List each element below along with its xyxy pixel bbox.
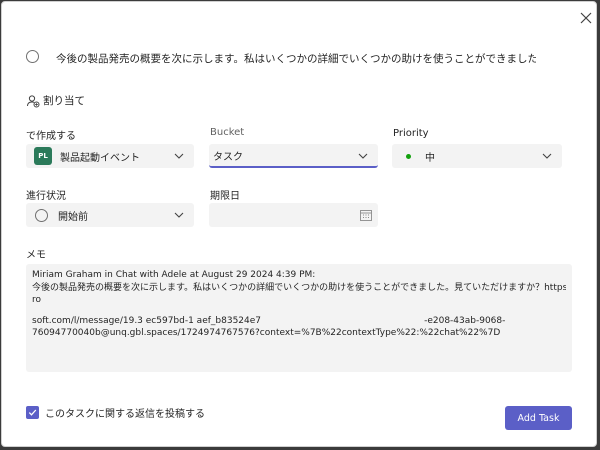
checkmark-icon xyxy=(26,406,39,419)
chevron-down-icon xyxy=(358,153,368,159)
assign-button[interactable]: 割り当て xyxy=(26,93,85,108)
priority-dot-icon xyxy=(406,153,411,159)
priority-label: Priority xyxy=(393,128,429,139)
notes-line: ro xyxy=(32,295,42,305)
bucket-label: Bucket xyxy=(210,127,245,138)
priority-value: 中 xyxy=(425,152,435,164)
chevron-down-icon xyxy=(542,153,552,159)
redacted-text xyxy=(261,316,424,326)
bucket-select[interactable]: タスク xyxy=(209,144,378,168)
notes-textarea[interactable]: Miriam Graham in Chat with Adele at Augu… xyxy=(26,264,572,372)
chevron-down-icon xyxy=(174,153,184,159)
notes-line: 76094770040b@unq.gbl.spaces/172497476757… xyxy=(32,328,501,338)
notes-line: Miriam Graham in Chat with Adele at Augu… xyxy=(32,270,316,280)
close-button[interactable] xyxy=(576,8,596,28)
person-add-icon xyxy=(27,94,40,107)
plan-select[interactable]: PL 製品起動イベント xyxy=(26,144,194,168)
bucket-value: タスク xyxy=(213,151,243,163)
plan-badge: PL xyxy=(34,147,52,165)
chevron-down-icon xyxy=(174,212,184,218)
add-task-dialog: 今後の製品発売の概要を次に示します。私はいくつかの詳細でいくつかの助けを使うこと… xyxy=(1,1,597,447)
plan-label: で作成する xyxy=(26,131,76,142)
progress-select[interactable]: 開始前 xyxy=(26,203,194,227)
add-task-button[interactable]: Add Task xyxy=(505,406,572,430)
progress-value: 開始前 xyxy=(58,211,88,223)
assign-label: 割り当て xyxy=(43,95,85,107)
notes-link-part: soft.com/l/message/19.3 ec597bd-1 aef_b8… xyxy=(32,315,262,326)
post-reply-label: このタスクに関する返信を投稿する xyxy=(45,409,205,420)
progress-label: 進行状況 xyxy=(26,191,66,202)
task-title-input[interactable]: 今後の製品発売の概要を次に示します。私はいくつかの詳細でいくつかの助けを使うこと… xyxy=(56,51,536,66)
priority-select[interactable]: 中 xyxy=(392,144,562,168)
close-icon xyxy=(580,12,592,24)
post-reply-checkbox[interactable]: このタスクに関する返信を投稿する xyxy=(26,405,205,420)
not-started-icon xyxy=(35,208,48,222)
due-date-label: 期限日 xyxy=(210,191,240,202)
due-date-input[interactable] xyxy=(209,203,378,227)
notes-link-part: -e208-43ab-9068- xyxy=(424,315,506,326)
calendar-icon[interactable] xyxy=(360,209,372,221)
notes-line: 今後の製品発売の概要を次に示します。私はいくつかの詳細でいくつかの助けを使うこと… xyxy=(32,282,566,293)
circle-icon xyxy=(26,50,39,63)
notes-label: メモ xyxy=(26,250,46,261)
plan-value: 製品起動イベント xyxy=(60,152,140,164)
complete-task-toggle[interactable] xyxy=(26,50,39,63)
notes-line: soft.com/l/message/19.3 ec597bd-1 aef_b8… xyxy=(32,315,566,328)
